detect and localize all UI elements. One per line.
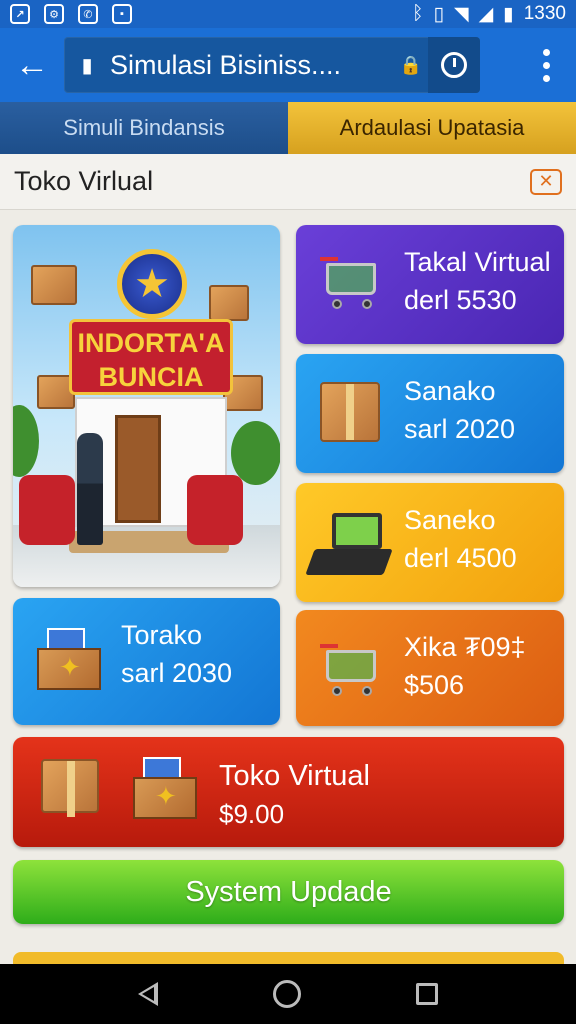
section-title: Toko Virlual [14,166,154,196]
tree-illustration [13,405,39,477]
armchair-right [187,475,243,545]
product-title: Torako [121,620,203,650]
product-subtitle: sarl 2030 [121,658,233,688]
signal-icon: ◢ [478,3,494,25]
product-subtitle: derl 4500 [404,543,517,573]
more-vert-icon[interactable] [516,28,576,102]
wifi-icon: ◥ [454,3,469,25]
system-icons: ᛒ ▯ ◥ ◢ ▮ 1330 [412,3,566,26]
next-card-peek [13,952,564,964]
vibrate-icon: ▯ [433,3,444,25]
nav-recents-icon[interactable] [416,983,439,1005]
shopping-cart-icon [320,644,382,696]
address-bar[interactable]: ▮ Simulasi Bisiniss.... 🔒 [64,37,480,93]
product-card-torako[interactable]: ✦ Torako sarl 2030 [13,598,280,725]
product-subtitle: derl 5530 [404,285,517,315]
page-title: Simulasi Bisiniss.... [110,49,342,80]
clock-icon [441,52,467,78]
status-bar: ↗ ⚙ ✆ ▪ ᛒ ▯ ◥ ◢ ▮ 1330 [0,0,576,28]
featured-card-toko-virtual[interactable]: ✦ Toko Virtual $9.00 [13,737,564,847]
product-title: Xika ₮09‡ [404,632,526,662]
browser-toolbar: ← ▮ Simulasi Bisiniss.... 🔒 [0,28,576,102]
shopkeeper-figure [77,433,103,545]
tab-simuli[interactable]: Simuli Bindansis [0,102,288,154]
battery-icon: ▮ [503,3,514,25]
store-sign: INDORTA'A BUNCIA [69,319,233,395]
armchair-left [19,475,75,545]
product-card-xika[interactable]: Xika ₮09‡ $506 [296,610,564,726]
floating-box-illustration [31,265,77,305]
phone-notification-icon: ✆ [78,4,98,24]
floating-box-illustration [209,285,249,321]
bag-notification-icon: ▪ [112,4,132,24]
cardboard-box-icon [41,759,99,817]
bluetooth-icon: ᛒ [412,3,424,24]
store-door [115,415,161,523]
product-title: Saneko [404,505,496,535]
product-title: Takal Virtual [404,247,551,277]
settings-notification-icon: ⚙ [44,4,64,24]
product-card-takal[interactable]: Takal Virtual derl 5530 [296,225,564,344]
open-box-icon: ✦ [37,628,101,690]
tab-icon: ▮ [81,54,93,77]
tab-ardaulasi[interactable]: Ardaulasi Upatasia [288,102,576,154]
product-subtitle: sarl 2020 [404,414,516,444]
shopping-cart-icon [320,257,382,309]
tab-bar: Simuli Bindansis Ardaulasi Upatasia [0,102,576,154]
system-update-button[interactable]: System Updade [13,860,564,924]
section-header: Toko Virlual ✕ [0,154,576,210]
clock-button[interactable] [428,37,480,93]
laptop-icon [305,513,393,577]
product-card-sanako[interactable]: Sanako sarl 2020 [296,354,564,473]
nav-home-icon[interactable] [272,980,301,1008]
featured-price: $9.00 [219,799,285,829]
product-card-saneko[interactable]: Saneko derl 4500 [296,483,564,602]
notification-icons: ↗ ⚙ ✆ ▪ [10,4,132,24]
notification-icon: ↗ [10,4,30,24]
close-icon[interactable]: ✕ [530,168,562,195]
star-emblem-icon: ★ [117,249,187,319]
tree-illustration [231,421,280,485]
system-nav-bar [0,964,576,1024]
status-time: 1330 [523,3,566,24]
nav-back-icon[interactable] [137,982,158,1006]
back-arrow-icon[interactable]: ← [0,28,64,102]
product-title: Sanako [404,376,496,406]
open-box-icon: ✦ [133,757,197,819]
featured-title: Toko Virtual [219,760,370,792]
store-hero-card[interactable]: ★ INDORTA'A BUNCIA [13,225,280,587]
product-price: $506 [404,670,465,700]
cardboard-box-icon [320,382,380,442]
lock-icon: 🔒 [399,54,423,75]
